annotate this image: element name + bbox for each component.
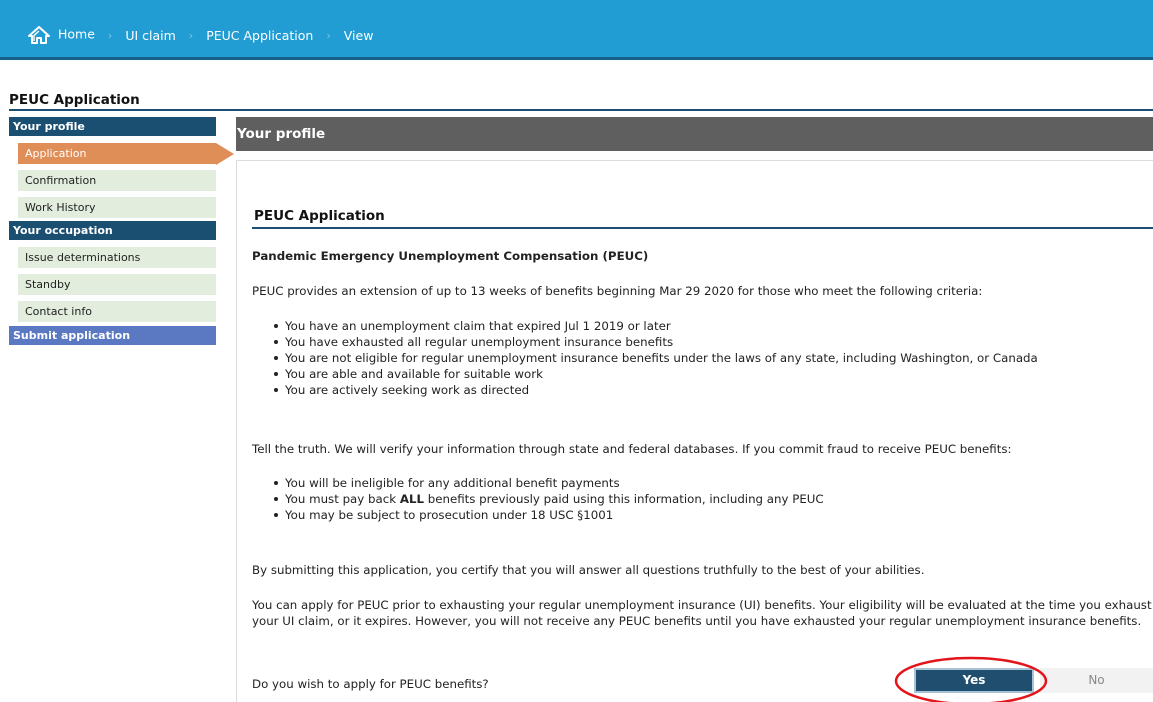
yes-button[interactable]: Yes bbox=[914, 668, 1034, 693]
intro-text: PEUC provides an extension of up to 13 w… bbox=[252, 284, 983, 298]
apply-question: Do you wish to apply for PEUC benefits? bbox=[252, 677, 489, 691]
sidebar-item-standby[interactable]: Standby bbox=[18, 274, 216, 295]
section-divider bbox=[252, 227, 1153, 229]
list-item: You have exhausted all regular unemploym… bbox=[272, 334, 1038, 350]
list-item: You have an unemployment claim that expi… bbox=[272, 318, 1038, 334]
list-item: You are actively seeking work as directe… bbox=[272, 382, 1038, 398]
page-title-divider bbox=[9, 109, 1153, 111]
fraud-item-text: You must pay back bbox=[285, 492, 400, 506]
list-item: You will be ineligible for any additiona… bbox=[272, 475, 824, 491]
sidebar-item-contact-info[interactable]: Contact info bbox=[18, 301, 216, 322]
section-subtitle: Pandemic Emergency Unemployment Compensa… bbox=[252, 249, 649, 263]
list-item: You are able and available for suitable … bbox=[272, 366, 1038, 382]
sidebar: Your profile Application Confirmation Wo… bbox=[9, 117, 234, 345]
apply-note-text: You can apply for PEUC prior to exhausti… bbox=[252, 598, 1152, 628]
criteria-list: You have an unemployment claim that expi… bbox=[272, 318, 1038, 398]
certify-text: By submitting this application, you cert… bbox=[252, 563, 925, 577]
sidebar-item-work-history[interactable]: Work History bbox=[18, 197, 216, 218]
fraud-list: You will be ineligible for any additiona… bbox=[272, 475, 824, 523]
breadcrumb-peuc-application[interactable]: PEUC Application bbox=[206, 28, 313, 43]
fraud-item-emphasis: ALL bbox=[399, 492, 424, 506]
list-item: You are not eligible for regular unemplo… bbox=[272, 350, 1038, 366]
breadcrumb-home-label: Home bbox=[58, 26, 95, 42]
sidebar-item-confirmation[interactable]: Confirmation bbox=[18, 170, 216, 191]
breadcrumb-separator-icon: › bbox=[188, 28, 194, 42]
breadcrumb-view[interactable]: View bbox=[344, 28, 374, 43]
fraud-item-text: benefits previously paid using this info… bbox=[423, 492, 824, 506]
breadcrumb-home[interactable]: Home bbox=[28, 25, 95, 45]
list-item: You must pay back ALL benefits previousl… bbox=[272, 491, 824, 507]
home-icon bbox=[28, 26, 50, 44]
top-bar: Home › UI claim › PEUC Application › Vie… bbox=[0, 0, 1153, 60]
sidebar-item-application[interactable]: Application bbox=[18, 143, 234, 165]
section-title: PEUC Application bbox=[254, 208, 385, 224]
breadcrumb-separator-icon: › bbox=[326, 28, 331, 42]
list-item: You may be subject to prosecution under … bbox=[272, 507, 824, 523]
sidebar-item-submit-application[interactable]: Submit application bbox=[9, 326, 216, 345]
no-button[interactable]: No bbox=[1040, 668, 1153, 693]
breadcrumb-separator-icon: › bbox=[107, 28, 113, 42]
sidebar-item-issue-determinations[interactable]: Issue determinations bbox=[18, 247, 216, 268]
truth-text: Tell the truth. We will verify your info… bbox=[252, 442, 1012, 456]
sidebar-header-your-occupation: Your occupation bbox=[9, 221, 216, 240]
content-header: Your profile bbox=[236, 117, 1153, 151]
breadcrumb-ui-claim[interactable]: UI claim bbox=[125, 28, 175, 43]
sidebar-header-your-profile: Your profile bbox=[9, 117, 216, 136]
page-title: PEUC Application bbox=[9, 92, 140, 108]
breadcrumb: Home › UI claim › PEUC Application › Vie… bbox=[28, 25, 373, 45]
